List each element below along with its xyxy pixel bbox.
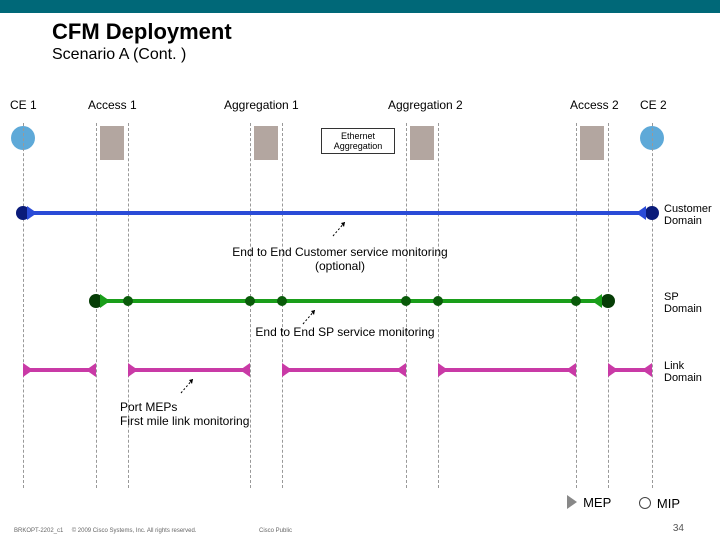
mep-icon xyxy=(567,495,577,509)
link-bar xyxy=(282,368,406,372)
mip-icon xyxy=(245,296,255,306)
mep-icon xyxy=(27,206,37,220)
mep-icon xyxy=(282,363,292,377)
footer-code: BRKOPT-2202_c1 xyxy=(14,528,63,534)
legend-mep: MEP xyxy=(567,495,611,510)
mep-icon xyxy=(592,294,602,308)
mep-icon xyxy=(608,363,618,377)
legend-mip: MIP xyxy=(639,496,680,511)
label-access2: Access 2 xyxy=(570,98,619,112)
mip-icon xyxy=(639,497,651,509)
cap-line: First mile link monitoring xyxy=(120,414,249,428)
link-bar xyxy=(128,368,250,372)
mep-icon xyxy=(100,294,110,308)
footer-pub: Cisco Public xyxy=(259,528,292,534)
mep-icon xyxy=(86,363,96,377)
customer-domain-label: Customer Domain xyxy=(664,203,712,227)
legend-mep-label: MEP xyxy=(583,495,611,510)
link-caption: Port MEPs First mile link monitoring xyxy=(120,400,249,428)
mep-icon xyxy=(566,363,576,377)
node-access2 xyxy=(580,126,604,160)
label-agg1: Aggregation 1 xyxy=(224,98,299,112)
mep-icon xyxy=(396,363,406,377)
eth-l2: Aggregation xyxy=(322,141,394,151)
link-domain-label: Link Domain xyxy=(664,360,702,384)
customer-caption: End to End Customer service monitoring (… xyxy=(210,245,470,273)
cap-line: End to End Customer service monitoring xyxy=(210,245,470,259)
footer-copyright: © 2009 Cisco Systems, Inc. All rights re… xyxy=(72,528,197,534)
mip-icon xyxy=(433,296,443,306)
mep-icon xyxy=(240,363,250,377)
mip-icon xyxy=(401,296,411,306)
diagram-canvas: CE 1 Access 1 Aggregation 1 Aggregation … xyxy=(0,98,720,478)
node-agg2 xyxy=(410,126,434,160)
arrow-icon xyxy=(178,376,198,396)
sp-domain-label: SP Domain xyxy=(664,291,702,315)
mip-icon xyxy=(571,296,581,306)
mip-icon xyxy=(601,294,615,308)
label-ce2: CE 2 xyxy=(640,98,667,112)
customer-bar xyxy=(23,211,652,215)
cap-line: Port MEPs xyxy=(120,400,249,414)
sp-caption: End to End SP service monitoring xyxy=(235,325,455,339)
mep-icon xyxy=(438,363,448,377)
legend: MEP MIP xyxy=(543,495,680,513)
cap-line: (optional) xyxy=(210,259,470,273)
slide-title: CFM Deployment xyxy=(52,19,720,45)
ethernet-aggregation-label: Ethernet Aggregation xyxy=(321,128,395,154)
slide-subtitle: Scenario A (Cont. ) xyxy=(52,46,720,64)
link-bar xyxy=(438,368,576,372)
mep-icon xyxy=(23,363,33,377)
top-accent-bar xyxy=(0,0,720,13)
mip-icon xyxy=(277,296,287,306)
sp-bar xyxy=(96,299,608,303)
page-number: 34 xyxy=(673,523,684,534)
mep-icon xyxy=(636,206,646,220)
legend-mip-label: MIP xyxy=(657,496,680,511)
arrow-icon xyxy=(330,219,350,239)
node-agg1 xyxy=(254,126,278,160)
guide xyxy=(652,123,653,488)
label-ce1: CE 1 xyxy=(10,98,37,112)
footer: BRKOPT-2202_c1 © 2009 Cisco Systems, Inc… xyxy=(14,528,714,534)
mip-icon xyxy=(123,296,133,306)
label-agg2: Aggregation 2 xyxy=(388,98,463,112)
node-access1 xyxy=(100,126,124,160)
label-access1: Access 1 xyxy=(88,98,137,112)
guide xyxy=(23,123,24,488)
arrow-icon xyxy=(300,307,320,327)
mep-icon xyxy=(642,363,652,377)
eth-l1: Ethernet xyxy=(322,131,394,141)
mep-icon xyxy=(128,363,138,377)
mip-icon xyxy=(645,206,659,220)
